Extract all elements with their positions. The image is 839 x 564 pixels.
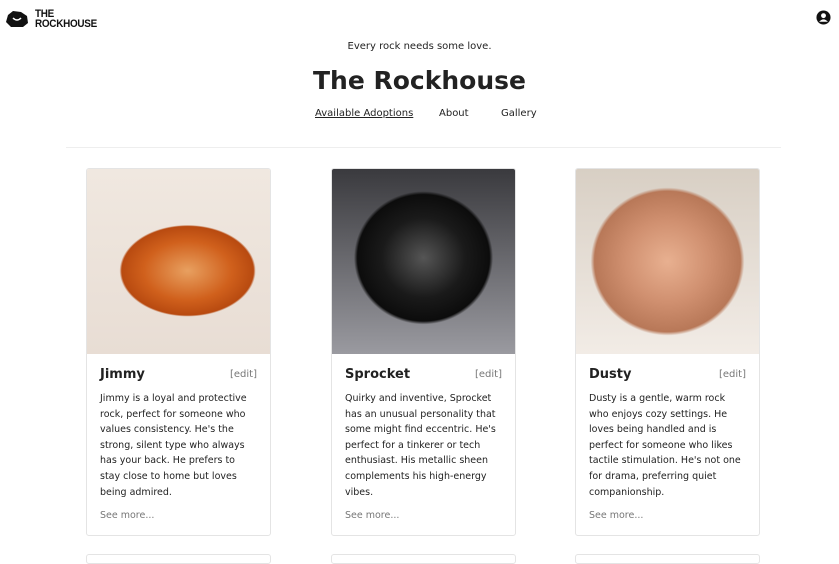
edit-link[interactable]: [edit] xyxy=(475,369,502,380)
user-account-icon[interactable] xyxy=(816,10,831,25)
rock-card-next xyxy=(331,554,516,564)
rock-card-next xyxy=(86,554,271,564)
rock-description: Dusty is a gentle, warm rock who enjoys … xyxy=(589,393,741,498)
edit-link[interactable]: [edit] xyxy=(719,369,746,380)
rock-logo-icon xyxy=(6,11,28,27)
rock-card-jimmy: Jimmy [edit] Jimmy is a loyal and protect… xyxy=(86,168,271,536)
see-more-link[interactable]: See more... xyxy=(589,510,746,521)
see-more-link[interactable]: See more... xyxy=(345,510,502,521)
edit-link[interactable]: [edit] xyxy=(230,369,257,380)
rock-description: Jimmy is a loyal and protective rock, pe… xyxy=(100,393,247,498)
rock-name: Sprocket xyxy=(345,367,411,382)
tagline: Every rock needs some love. xyxy=(347,41,492,52)
page-title: The Rockhouse xyxy=(313,66,526,95)
divider xyxy=(66,147,781,148)
logo[interactable]: THE ROCKHOUSE xyxy=(5,9,104,30)
nav-gallery[interactable]: Gallery xyxy=(501,108,537,119)
rock-card-dusty: Dusty [edit] Dusty is a gentle, warm rock… xyxy=(575,168,760,536)
rock-image[interactable] xyxy=(87,169,270,354)
rock-card-sprocket: Sprocket [edit] Quirky and inventive, Spr… xyxy=(331,168,516,536)
see-more-link[interactable]: See more... xyxy=(100,510,257,521)
rock-image[interactable] xyxy=(332,169,515,354)
rock-description: Quirky and inventive, Sprocket has an un… xyxy=(345,393,496,498)
rock-name: Jimmy xyxy=(100,367,145,382)
rock-name: Dusty xyxy=(589,367,632,382)
logo-line2: ROCKHOUSE xyxy=(35,18,97,30)
rock-image[interactable] xyxy=(576,169,759,354)
nav-available-adoptions[interactable]: Available Adoptions xyxy=(315,108,413,119)
rock-card-next xyxy=(575,554,760,564)
nav-about[interactable]: About xyxy=(439,108,469,119)
